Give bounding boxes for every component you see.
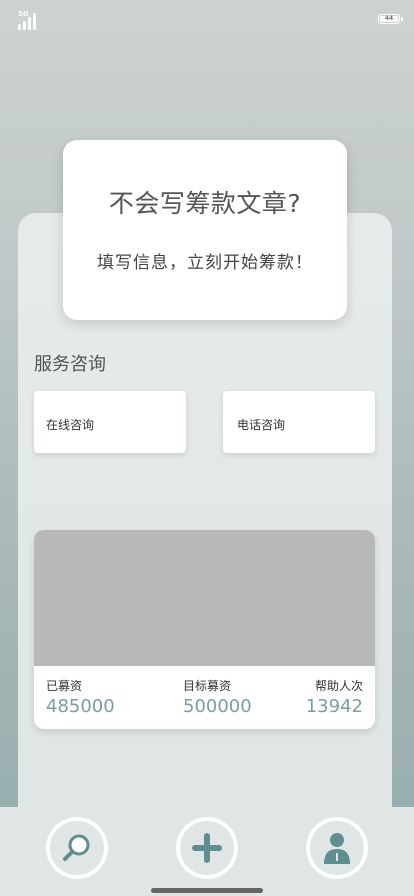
phone-consult-label: 电话咨询 [237, 418, 286, 432]
start-fundraising-card[interactable]: 不会写筹款文章? 填写信息，立刻开始筹款！ [63, 140, 347, 320]
person-icon [324, 833, 350, 864]
status-bar: 5G 44 [0, 0, 414, 40]
tab-profile-button[interactable] [306, 817, 368, 879]
tab-add-button[interactable] [176, 817, 238, 879]
hero-title: 不会写筹款文章? [108, 189, 302, 218]
campaign-image-placeholder [34, 530, 375, 666]
battery-icon: 44 [378, 14, 403, 24]
raised-stat: 已募资 485000 [46, 677, 115, 717]
helpers-value: 13942 [305, 696, 363, 717]
helpers-stat: 帮助人次 13942 [306, 677, 363, 717]
raised-value: 485000 [46, 696, 115, 717]
fundraising-stats-card[interactable]: 已募资 485000 目标募资 500000 帮助人次 13942 [34, 530, 375, 729]
hero-subtitle: 填写信息，立刻开始筹款！ [97, 253, 313, 273]
target-label: 目标募资 [183, 679, 232, 693]
battery-level: 44 [380, 16, 398, 22]
tab-search-button[interactable] [46, 817, 108, 879]
home-indicator [151, 888, 263, 893]
helpers-label: 帮助人次 [314, 679, 363, 693]
target-value: 500000 [183, 696, 252, 717]
service-section-title: 服务咨询 [34, 354, 106, 375]
online-consult-label: 在线咨询 [46, 418, 95, 432]
target-stat: 目标募资 500000 [183, 677, 252, 717]
bottom-tab-bar [0, 807, 414, 896]
plus-icon [192, 833, 222, 863]
online-consult-button[interactable]: 在线咨询 [34, 391, 186, 453]
search-icon [63, 834, 90, 861]
signal-icon: 5G [18, 10, 42, 30]
phone-consult-button[interactable]: 电话咨询 [223, 391, 375, 453]
raised-label: 已募资 [46, 679, 83, 693]
